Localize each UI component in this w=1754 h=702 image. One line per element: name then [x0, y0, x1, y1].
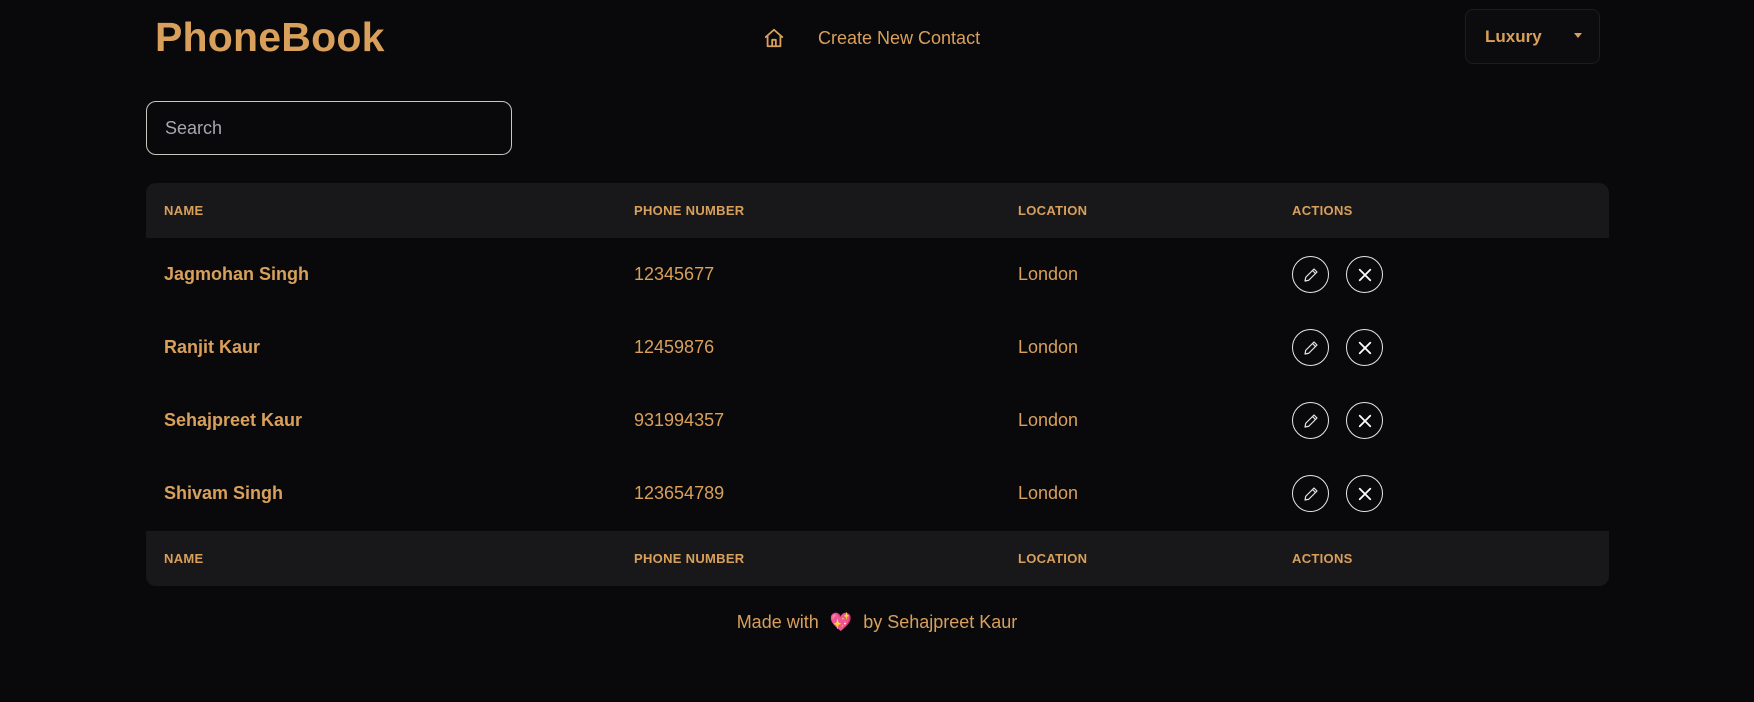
header-location: LOCATION: [1018, 203, 1088, 218]
footer-name: NAME: [164, 551, 204, 566]
pencil-icon: [1303, 267, 1318, 282]
contact-name: Jagmohan Singh: [164, 264, 310, 284]
theme-dropdown-value: Luxury: [1485, 26, 1542, 46]
edit-button[interactable]: [1292, 402, 1329, 439]
main-nav: Create New Contact: [760, 22, 980, 54]
contact-phone: 123654789: [634, 483, 725, 503]
table-footer-row: NAME PHONE NUMBER LOCATION ACTIONS: [146, 531, 1609, 586]
contact-location: London: [1018, 483, 1079, 503]
edit-button[interactable]: [1292, 256, 1329, 293]
table-header-row: NAME PHONE NUMBER LOCATION ACTIONS: [146, 183, 1609, 238]
close-icon: [1358, 341, 1371, 354]
delete-button[interactable]: [1346, 475, 1383, 512]
close-icon: [1358, 487, 1371, 500]
delete-button[interactable]: [1346, 402, 1383, 439]
home-icon[interactable]: [760, 24, 788, 52]
contact-name: Shivam Singh: [164, 483, 284, 503]
contacts-table: NAME PHONE NUMBER LOCATION ACTIONS Jagmo…: [146, 183, 1609, 586]
create-new-contact-link[interactable]: Create New Contact: [818, 28, 980, 49]
table-row: Sehajpreet Kaur 931994357 London: [146, 384, 1609, 457]
header-phone-number: PHONE NUMBER: [634, 203, 745, 218]
pencil-icon: [1303, 413, 1318, 428]
contact-name: Sehajpreet Kaur: [164, 410, 303, 430]
theme-dropdown[interactable]: Luxury: [1465, 9, 1600, 64]
contact-phone: 12459876: [634, 337, 715, 357]
footer-author: by Sehajpreet Kaur: [863, 612, 1018, 632]
header-actions: ACTIONS: [1292, 203, 1353, 218]
close-icon: [1358, 414, 1371, 427]
pencil-icon: [1303, 486, 1318, 501]
footer-phone-number: PHONE NUMBER: [634, 551, 745, 566]
table-row: Shivam Singh 123654789 London: [146, 457, 1609, 530]
contact-location: London: [1018, 410, 1079, 430]
footer-prefix: Made with: [736, 612, 819, 632]
table-row: Ranjit Kaur 12459876 London: [146, 311, 1609, 384]
contact-phone: 931994357: [634, 410, 725, 430]
table-row: Jagmohan Singh 12345677 London: [146, 238, 1609, 311]
top-navbar: PhoneBook Create New Contact Luxury: [0, 0, 1754, 78]
caret-down-icon: [1574, 33, 1582, 38]
delete-button[interactable]: [1346, 256, 1383, 293]
contact-phone: 12345677: [634, 264, 715, 284]
footer-location: LOCATION: [1018, 551, 1088, 566]
contact-name: Ranjit Kaur: [164, 337, 261, 357]
contact-location: London: [1018, 264, 1079, 284]
footer-actions: ACTIONS: [1292, 551, 1353, 566]
header-name: NAME: [164, 203, 204, 218]
page-footer: Made with 💖 by Sehajpreet Kaur: [0, 612, 1754, 633]
brand-title[interactable]: PhoneBook: [155, 14, 385, 61]
heart-icon: 💖: [829, 612, 853, 632]
search-input[interactable]: [146, 101, 512, 155]
pencil-icon: [1303, 340, 1318, 355]
edit-button[interactable]: [1292, 475, 1329, 512]
close-icon: [1358, 268, 1371, 281]
delete-button[interactable]: [1346, 329, 1383, 366]
contact-location: London: [1018, 337, 1079, 357]
edit-button[interactable]: [1292, 329, 1329, 366]
